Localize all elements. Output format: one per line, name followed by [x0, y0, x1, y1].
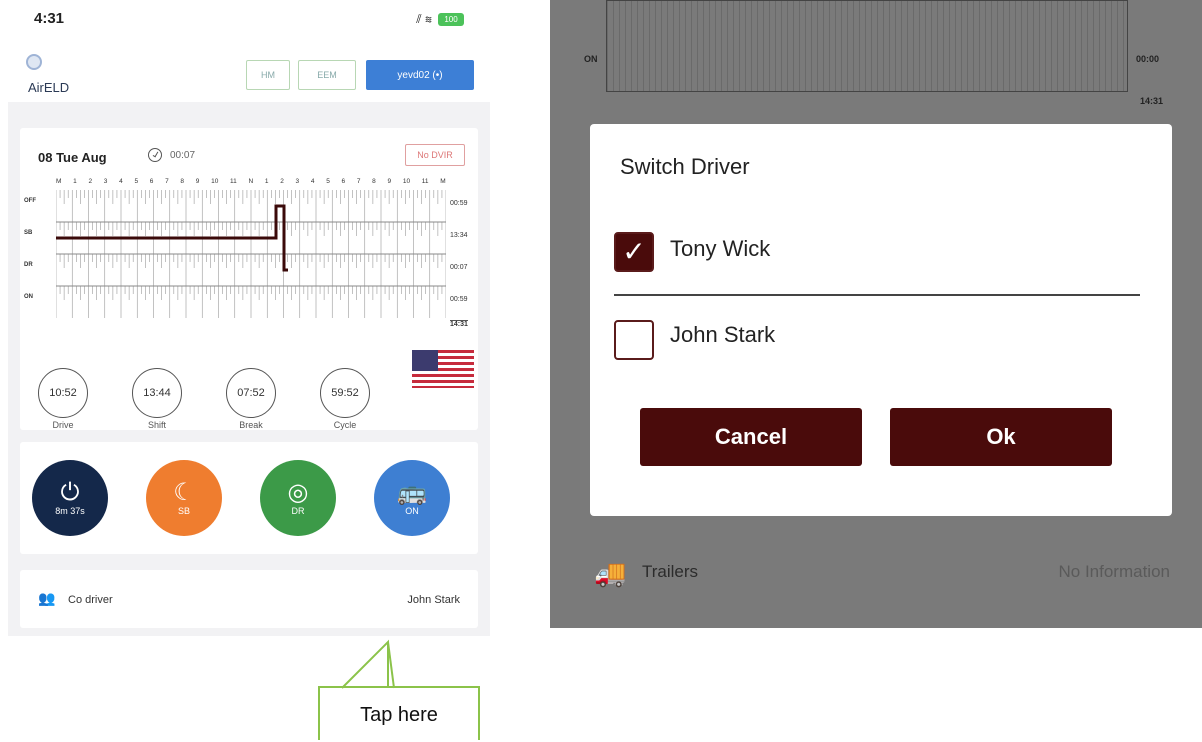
- sleeper-button[interactable]: ☾ SB: [146, 460, 222, 536]
- connection-icon: (•): [432, 69, 443, 81]
- hour-tick: 5: [134, 178, 139, 185]
- hour-ticks: M 1 2 3 4 5 6 7 8 9 10 11 N 1 2 3 4 5 6 7 8 9 10 11 M: [56, 178, 446, 185]
- status-bar: 4:31 ⫽ ≋ 100: [8, 0, 490, 40]
- cancel-button[interactable]: Cancel: [640, 408, 862, 466]
- hour-tick: 7: [356, 178, 361, 185]
- dialog-divider: [614, 294, 1140, 296]
- trailers-value: No Information: [1058, 562, 1171, 581]
- shift-label: Shift: [147, 420, 166, 430]
- dimmed-time-2: 14:31: [1140, 96, 1164, 106]
- no-dvir-badge[interactable]: No DVIR: [405, 144, 465, 166]
- driver-checkbox-tony[interactable]: ✓: [614, 232, 654, 272]
- bus-icon: 🚌: [397, 479, 427, 506]
- us-flag-icon: [412, 350, 474, 388]
- row-time-dr: 00:07: [450, 264, 468, 271]
- callout-pointer: [341, 639, 395, 689]
- break-label: Break: [239, 420, 263, 430]
- hour-tick: 1: [264, 178, 269, 185]
- hour-tick: 11: [421, 178, 429, 185]
- hour-tick: 2: [280, 178, 284, 185]
- driver-switch-button[interactable]: yevd02 (•): [366, 60, 474, 90]
- status-buttons-card: ⏻ 8m 37s ☾ SB ◎ DR 🚌 ON: [20, 442, 478, 554]
- hour-tick: 2: [88, 178, 93, 185]
- drive-timer: 10:52: [38, 368, 88, 418]
- hour-tick: 4: [310, 178, 315, 185]
- hour-tick: 6: [341, 178, 346, 185]
- truck-icon: 🚚: [594, 558, 627, 588]
- eem-button[interactable]: EEM: [298, 60, 356, 90]
- clock-time: 00:07: [170, 150, 196, 161]
- steering-wheel-icon: ◎: [287, 479, 309, 506]
- row-time-sb: 13:34: [450, 232, 468, 239]
- co-driver-row[interactable]: 👥 Co driver John Stark: [20, 570, 478, 628]
- hour-tick: 8: [180, 178, 185, 185]
- log-grid: [56, 190, 446, 318]
- hour-tick: 6: [149, 178, 154, 185]
- dimmed-time-1: 00:00: [1136, 54, 1160, 64]
- hour-tick: 3: [103, 178, 108, 185]
- logo-icon: [26, 54, 42, 70]
- system-icons: ⫽ ≋ 100: [416, 12, 464, 27]
- dimmed-row-label: ON: [584, 54, 598, 64]
- app-logo-text: AirELD: [28, 80, 70, 95]
- hm-button[interactable]: HM: [246, 60, 290, 90]
- row-time-off: 00:59: [450, 200, 468, 207]
- dimmed-log-grid: [606, 0, 1128, 92]
- power-icon: ⏻: [60, 479, 80, 506]
- app-header: AirELD HM EEM yevd02 (•): [8, 40, 490, 102]
- cycle-label: Cycle: [333, 420, 357, 430]
- driver-name-john[interactable]: John Stark: [670, 322, 775, 348]
- switch-driver-dialog: Switch Driver ✓ Tony Wick John Stark Can…: [590, 124, 1172, 516]
- check-icon: ✓: [622, 236, 646, 267]
- hour-tick: 10: [402, 178, 411, 185]
- hour-tick: 11: [230, 178, 237, 185]
- hour-tick: 3: [295, 178, 300, 185]
- users-icon: 👥: [38, 590, 56, 606]
- hour-tick: M: [56, 178, 62, 185]
- row-label-off: OFF: [24, 198, 36, 204]
- moon-icon: ☾: [173, 479, 195, 506]
- ok-button[interactable]: Ok: [890, 408, 1112, 466]
- co-driver-value[interactable]: John Stark: [407, 594, 460, 606]
- signal-wifi-icon: ⫽ ≋: [416, 12, 432, 26]
- dialog-title: Switch Driver: [620, 154, 750, 179]
- main-screen: 4:31 ⫽ ≋ 100 AirELD HM EEM yevd02 (•) 08…: [8, 0, 490, 636]
- cycle-timer: 59:52: [320, 368, 370, 418]
- log-card: 08 Tue Aug 00:07 No DVIR M 1 2 3 4 5 6 7 8 9 10 11 N…: [20, 128, 478, 430]
- trailers-label: Trailers: [642, 562, 699, 581]
- driver-name-tony[interactable]: Tony Wick: [670, 236, 770, 262]
- shift-timer: 13:44: [132, 368, 182, 418]
- hour-tick: 9: [195, 178, 200, 185]
- row-time-on: 00:59: [450, 296, 468, 303]
- hour-tick: 10: [211, 178, 219, 185]
- hour-tick: 8: [372, 178, 376, 185]
- total-time: 14:31: [450, 320, 468, 328]
- hour-tick: N: [248, 178, 254, 185]
- hour-tick: M: [440, 178, 446, 185]
- battery-icon: 100: [438, 13, 464, 26]
- hour-tick: 1: [73, 178, 77, 185]
- log-date: 08 Tue Aug: [38, 150, 107, 165]
- break-timer: 07:52: [226, 368, 276, 418]
- row-label-dr: DR: [24, 262, 33, 268]
- hour-tick: 7: [165, 178, 169, 185]
- hour-tick: 5: [326, 178, 330, 185]
- clock-icon: [148, 148, 162, 162]
- drive-label: Drive: [52, 420, 74, 430]
- co-driver-label: Co driver: [68, 594, 113, 606]
- driver-checkbox-john[interactable]: [614, 320, 654, 360]
- on-duty-button[interactable]: 🚌 ON: [374, 460, 450, 536]
- status-time: 4:31: [34, 10, 65, 27]
- row-label-sb: SB: [24, 230, 33, 236]
- driving-button[interactable]: ◎ DR: [260, 460, 336, 536]
- switch-driver-screen: ON 00:00 14:31 Switch Driver ✓ Tony Wick…: [550, 0, 1202, 628]
- row-label-on: ON: [24, 294, 33, 300]
- off-duty-button[interactable]: ⏻ 8m 37s: [32, 460, 108, 536]
- callout-tap-here: Tap here: [318, 686, 480, 740]
- hour-tick: 9: [387, 178, 392, 185]
- hour-tick: 4: [119, 178, 123, 185]
